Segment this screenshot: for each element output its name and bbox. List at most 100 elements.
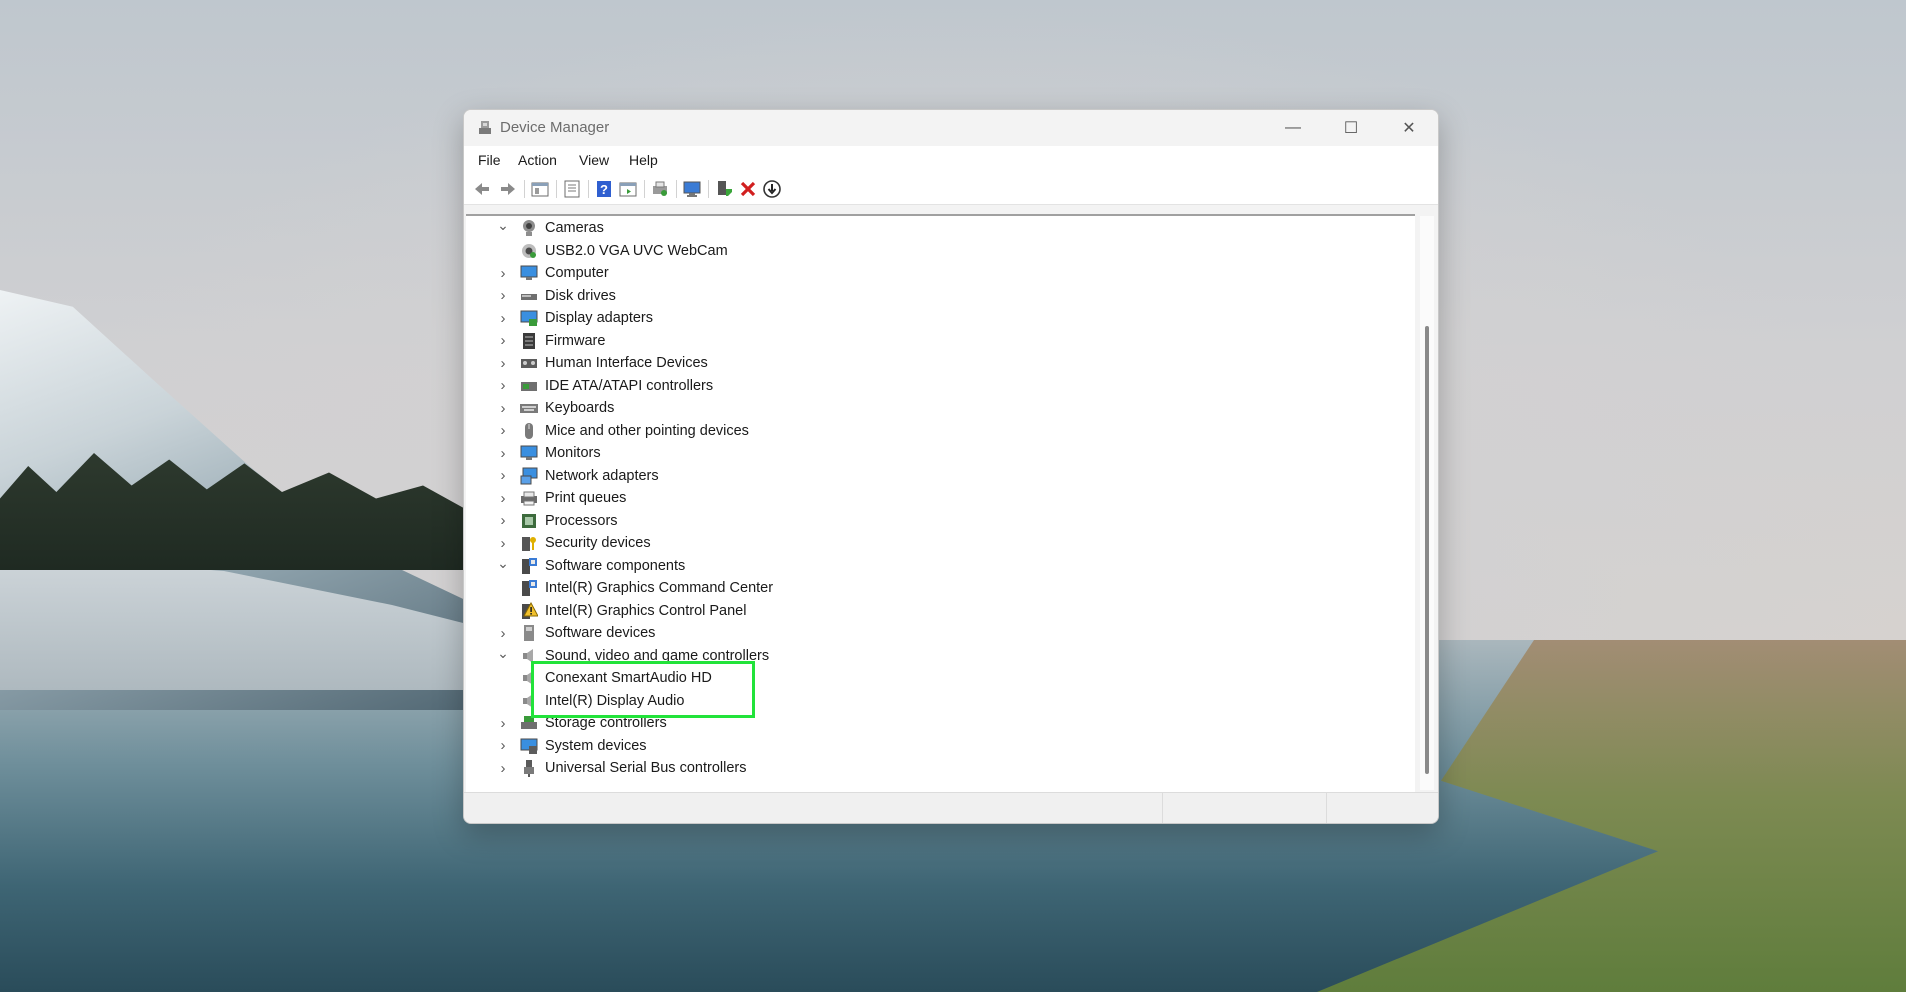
collapse-chevron-right-icon[interactable]: › (496, 397, 510, 419)
tree-category[interactable]: › Disk drives (496, 285, 616, 307)
show-action-pane-icon[interactable] (618, 179, 638, 199)
tree-item-label: Firmware (545, 332, 606, 349)
tree-category[interactable]: › IDE ATA/ATAPI controllers (496, 375, 714, 397)
menu-help[interactable]: Help (629, 152, 658, 168)
security-device-icon (522, 537, 536, 551)
tree-category[interactable]: › Universal Serial Bus controllers (496, 757, 746, 779)
menu-file[interactable]: File (478, 152, 501, 168)
tree-device[interactable]: Intel(R) Graphics Control Panel (520, 600, 746, 622)
help-icon[interactable]: ? (594, 179, 614, 199)
computer-icon (520, 265, 538, 280)
tree-item-label: Human Interface Devices (545, 355, 708, 371)
tree-item-label: Intel(R) Graphics Control Panel (545, 602, 747, 619)
highlight-box (531, 661, 755, 718)
webcam-icon (522, 243, 536, 258)
minimize-button[interactable]: — (1264, 110, 1322, 146)
menu-bar: File Action View Help (464, 146, 1438, 174)
warning-component-icon (522, 601, 538, 619)
tree-device[interactable]: Intel(R) Graphics Command Center (520, 577, 773, 599)
svg-text:?: ? (600, 182, 608, 197)
menu-view[interactable]: View (579, 152, 609, 168)
firmware-icon (523, 332, 535, 349)
tree-item-label: Software devices (545, 625, 656, 641)
tree-item-label: Computer (545, 265, 609, 281)
toolbar-separator (588, 180, 589, 198)
tree-category[interactable]: › Mice and other pointing devices (496, 420, 749, 442)
tree-category[interactable]: › Security devices (496, 532, 651, 554)
collapse-chevron-right-icon[interactable]: › (496, 285, 510, 307)
toolbar-separator (556, 180, 557, 198)
tree-item-label: Disk drives (545, 287, 616, 304)
print-icon[interactable] (650, 179, 670, 199)
usb-icon (524, 760, 534, 777)
disable-device-icon[interactable] (762, 179, 782, 199)
tree-category[interactable]: › Computer (496, 262, 609, 284)
collapse-chevron-right-icon[interactable]: › (496, 442, 510, 464)
collapse-chevron-right-icon[interactable]: › (496, 330, 510, 352)
collapse-chevron-right-icon[interactable]: › (496, 622, 510, 644)
maximize-button[interactable]: ☐ (1322, 110, 1380, 146)
software-device-icon (524, 625, 534, 641)
scrollbar-thumb[interactable] (1425, 326, 1429, 774)
tree-category[interactable]: › Print queues (496, 487, 627, 509)
tree-category[interactable]: › Firmware (496, 330, 606, 352)
properties-icon[interactable] (562, 179, 582, 199)
update-driver-icon[interactable] (714, 179, 734, 199)
collapse-chevron-right-icon[interactable]: › (496, 375, 510, 397)
collapse-chevron-right-icon[interactable]: › (496, 757, 510, 779)
toolbar-separator (524, 180, 525, 198)
forward-arrow-icon[interactable] (498, 179, 518, 199)
collapse-chevron-right-icon[interactable]: › (496, 352, 510, 374)
collapse-chevron-right-icon[interactable]: › (496, 712, 510, 734)
tree-category[interactable]: ⌄ Software components (496, 555, 685, 577)
tree-item-label: Keyboards (545, 400, 615, 416)
expand-chevron-down-icon[interactable]: ⌄ (496, 554, 510, 578)
mouse-icon (525, 422, 533, 439)
collapse-chevron-right-icon[interactable]: › (496, 262, 510, 284)
software-component-icon (522, 557, 537, 574)
tree-item-label: Network adapters (545, 467, 659, 484)
tree-category[interactable]: › Processors (496, 510, 618, 532)
ide-controller-icon (521, 381, 537, 391)
expand-chevron-down-icon[interactable]: ⌄ (496, 216, 510, 240)
tree-category[interactable]: › Monitors (496, 442, 601, 464)
toolbar: ? (464, 174, 1438, 205)
status-panel (1326, 793, 1438, 823)
tree-category[interactable]: › Keyboards (496, 397, 615, 419)
expand-chevron-down-icon[interactable]: ⌄ (496, 644, 510, 668)
tree-category[interactable]: › Display adapters (496, 307, 654, 329)
tree-device[interactable]: USB2.0 VGA UVC WebCam (520, 240, 728, 262)
uninstall-device-icon[interactable] (738, 179, 758, 199)
show-hide-console-tree-icon[interactable] (530, 179, 550, 199)
tree-item-label: Display adapters (545, 310, 653, 326)
tree-category[interactable]: › Network adapters (496, 465, 659, 487)
collapse-chevron-right-icon[interactable]: › (496, 735, 510, 757)
collapse-chevron-right-icon[interactable]: › (496, 487, 510, 509)
tree-item-label: Security devices (545, 535, 651, 551)
collapse-chevron-right-icon[interactable]: › (496, 307, 510, 329)
software-component-icon (522, 580, 537, 596)
collapse-chevron-right-icon[interactable]: › (496, 465, 510, 487)
tree-item-label: Cameras (545, 220, 604, 236)
disk-drive-icon (521, 293, 537, 300)
menu-action[interactable]: Action (518, 152, 557, 168)
tree-category[interactable]: › System devices (496, 735, 647, 757)
tree-category[interactable]: › Human Interface Devices (496, 352, 708, 374)
monitor-icon (520, 445, 538, 460)
camera-icon (523, 220, 535, 236)
title-bar[interactable]: Device Manager — ☐ ✕ (464, 110, 1438, 146)
scan-hardware-icon[interactable] (682, 179, 702, 199)
vertical-scrollbar[interactable] (1420, 216, 1434, 790)
tree-item-label: Processors (545, 512, 618, 529)
tree-category[interactable]: › Software devices (496, 622, 656, 644)
system-device-icon (520, 738, 538, 754)
collapse-chevron-right-icon[interactable]: › (496, 510, 510, 532)
collapse-chevron-right-icon[interactable]: › (496, 420, 510, 442)
tree-item-label: System devices (545, 737, 647, 754)
close-button[interactable]: ✕ (1380, 110, 1438, 146)
tree-item-label: USB2.0 VGA UVC WebCam (545, 242, 728, 259)
collapse-chevron-right-icon[interactable]: › (496, 532, 510, 554)
tree-item-label: Software components (545, 557, 686, 574)
back-arrow-icon[interactable] (472, 179, 492, 199)
tree-category[interactable]: ⌄ Cameras (496, 217, 604, 239)
